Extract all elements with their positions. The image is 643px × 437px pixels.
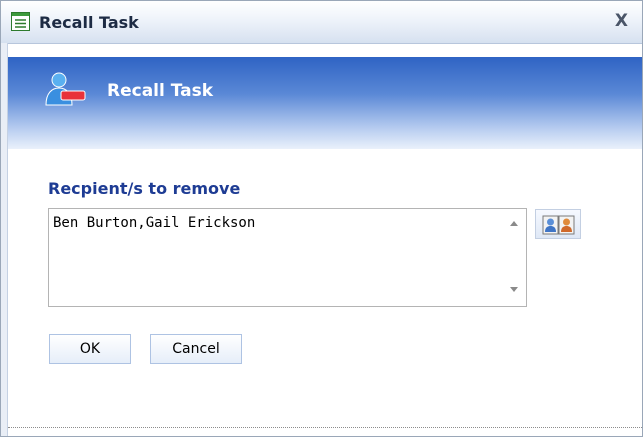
recipients-scrollbar[interactable] [502, 209, 526, 306]
close-button[interactable]: X [615, 11, 628, 31]
left-rail [1, 43, 8, 436]
header-band: Recall Task [8, 57, 642, 149]
recall-task-dialog: Recall Task X Recall Task Recpient/s to … [0, 0, 643, 437]
cancel-button[interactable]: Cancel [150, 334, 242, 364]
address-book-icon [542, 215, 575, 235]
content-area: Recpient/s to remove Ben Burton,Gail Eri… [8, 149, 642, 427]
header-title: Recall Task [107, 81, 214, 101]
title-bar: Recall Task X [1, 1, 642, 44]
recipients-field: Ben Burton,Gail Erickson [48, 208, 527, 307]
scroll-up-arrow-icon[interactable] [510, 221, 518, 226]
user-remove-icon [45, 72, 86, 106]
recipients-label: Recpient/s to remove [48, 179, 241, 198]
address-book-button[interactable] [535, 209, 581, 239]
ok-button[interactable]: OK [49, 334, 131, 364]
recipients-textarea[interactable]: Ben Burton,Gail Erickson [49, 209, 489, 306]
window-title: Recall Task [39, 13, 139, 32]
form-window-icon [11, 12, 30, 31]
scroll-down-arrow-icon[interactable] [510, 287, 518, 292]
bottom-border [8, 427, 642, 428]
